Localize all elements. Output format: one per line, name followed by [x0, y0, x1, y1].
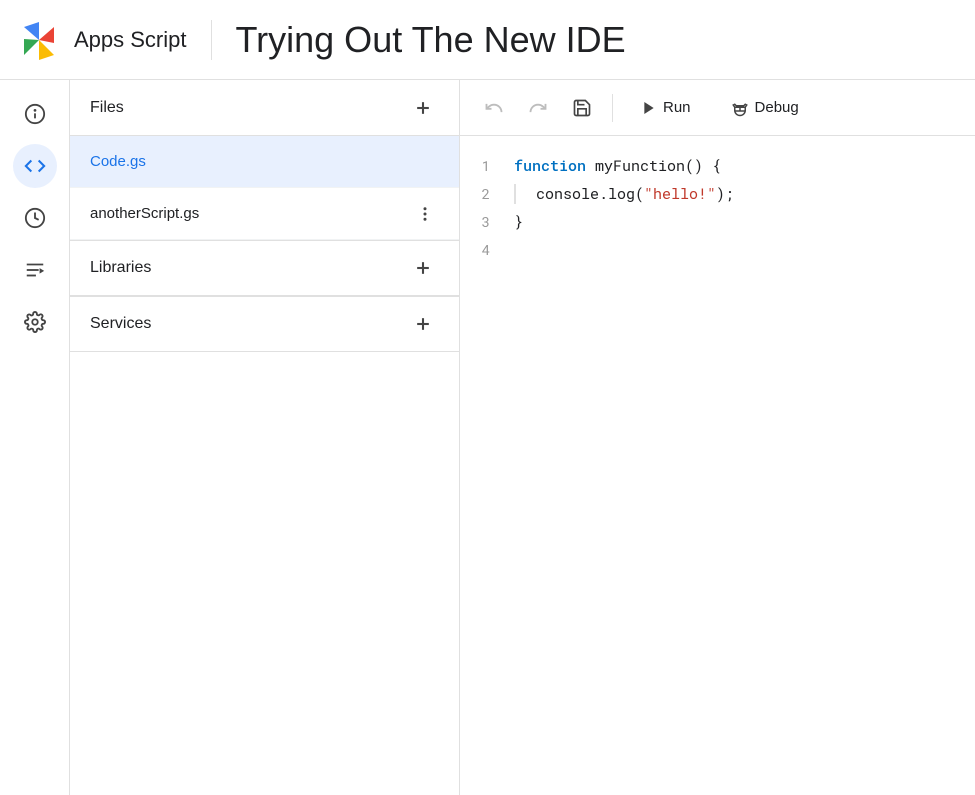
file-panel: Files Code.gs anotherScript.gs	[70, 80, 460, 795]
save-icon	[572, 98, 592, 118]
libraries-section-header: Libraries	[70, 240, 459, 296]
undo-button[interactable]	[476, 90, 512, 126]
run-button[interactable]: Run	[625, 90, 707, 126]
project-title: Trying Out The New IDE	[236, 19, 626, 61]
debug-icon	[731, 99, 749, 117]
file-name-code-gs: Code.gs	[90, 153, 146, 170]
services-title: Services	[90, 315, 151, 333]
add-library-button[interactable]	[407, 252, 439, 284]
editor-toolbar: Run Debug	[460, 80, 975, 136]
toolbar-divider	[612, 94, 613, 122]
save-button[interactable]	[564, 90, 600, 126]
nav-triggers-button[interactable]	[13, 196, 57, 240]
code-line-1: 1 function myFunction() {	[460, 156, 975, 184]
code-line-3: 3 }	[460, 212, 975, 240]
code-line-4: 4	[460, 240, 975, 268]
undo-icon	[484, 98, 504, 118]
more-vert-icon	[416, 205, 434, 223]
add-file-button[interactable]	[407, 92, 439, 124]
line-number-3: 3	[460, 212, 510, 231]
editor-icon	[24, 155, 46, 177]
services-section-header: Services	[70, 296, 459, 352]
left-nav	[0, 80, 70, 795]
editor-area: Run Debug 1 function myFunction() {	[460, 80, 975, 795]
files-title: Files	[90, 99, 124, 117]
redo-button[interactable]	[520, 90, 556, 126]
run-icon	[641, 100, 657, 116]
nav-editor-button[interactable]	[13, 144, 57, 188]
file-item-another-script[interactable]: anotherScript.gs	[70, 188, 459, 240]
nav-executions-button[interactable]	[13, 248, 57, 292]
libraries-title: Libraries	[90, 259, 151, 277]
file-name-another-script: anotherScript.gs	[90, 205, 199, 222]
line-number-1: 1	[460, 156, 510, 175]
settings-icon	[24, 311, 46, 333]
run-label: Run	[663, 99, 691, 116]
info-icon	[24, 103, 46, 125]
logo-area: Apps Script	[16, 17, 187, 63]
file-item-code-gs[interactable]: Code.gs	[70, 136, 459, 188]
code-line-2: 2 console.log("hello!");	[460, 184, 975, 212]
app-title: Apps Script	[74, 27, 187, 53]
add-library-icon	[413, 258, 433, 278]
executions-icon	[24, 259, 46, 281]
line-number-4: 4	[460, 240, 510, 259]
nav-about-button[interactable]	[13, 92, 57, 136]
line-number-2: 2	[460, 184, 510, 203]
clock-icon	[24, 207, 46, 229]
header-divider	[211, 20, 212, 60]
files-section-header: Files	[70, 80, 459, 136]
debug-button[interactable]: Debug	[715, 90, 815, 126]
add-file-icon	[413, 98, 433, 118]
line-content-1: function myFunction() {	[510, 156, 721, 176]
redo-icon	[528, 98, 548, 118]
line-content-2: console.log("hello!");	[510, 184, 734, 204]
nav-settings-button[interactable]	[13, 300, 57, 344]
line-content-3: }	[510, 212, 523, 232]
main-layout: Files Code.gs anotherScript.gs	[0, 80, 975, 795]
app-header: Apps Script Trying Out The New IDE	[0, 0, 975, 80]
file-more-menu-button[interactable]	[411, 200, 439, 228]
code-editor[interactable]: 1 function myFunction() { 2 console.log(…	[460, 136, 975, 795]
apps-script-logo	[16, 17, 62, 63]
debug-label: Debug	[755, 99, 799, 116]
add-service-button[interactable]	[407, 308, 439, 340]
add-service-icon	[413, 314, 433, 334]
